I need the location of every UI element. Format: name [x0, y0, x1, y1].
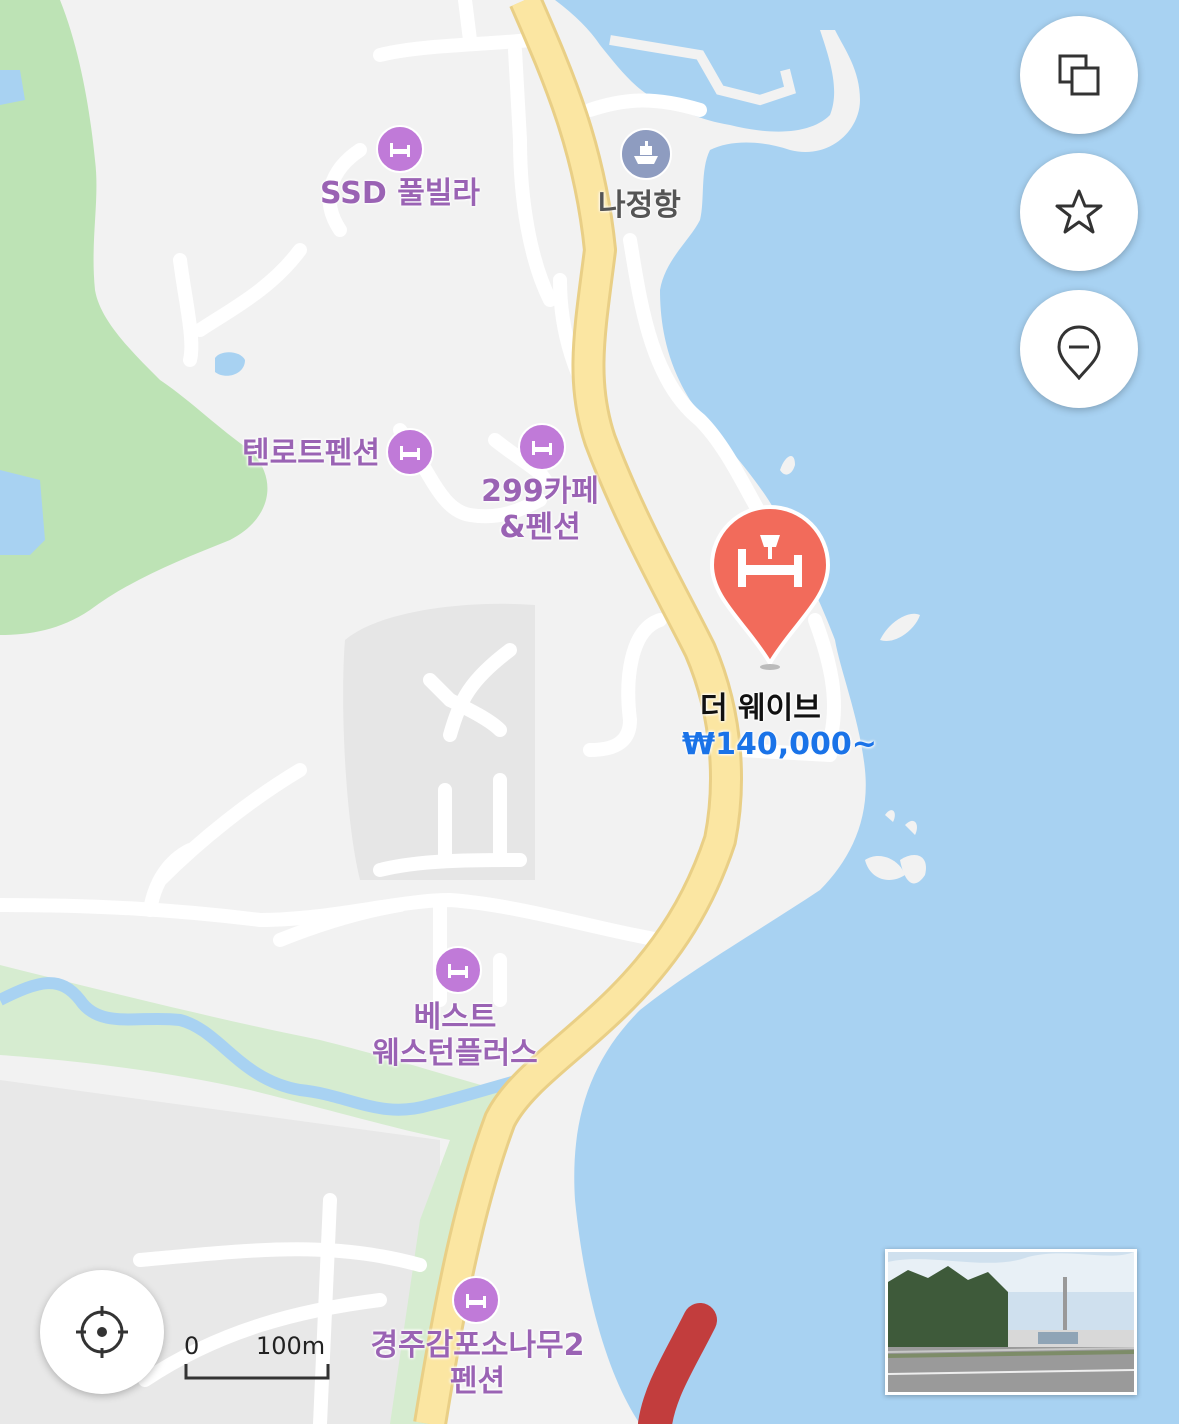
bed-icon[interactable] — [386, 428, 434, 476]
poi-label-line1: 경주감포소나무2 — [370, 1328, 585, 1363]
scale-bar — [184, 1364, 330, 1380]
scale-distance: 100m — [256, 1332, 326, 1360]
poi-label-line2: &펜션 — [499, 510, 581, 545]
bed-icon[interactable] — [434, 946, 482, 994]
street-view-image — [888, 1252, 1134, 1392]
star-icon — [1055, 189, 1103, 234]
bed-icon[interactable] — [518, 423, 566, 471]
map-canvas[interactable] — [0, 0, 1179, 1424]
poi-label-line1: 베스트 — [413, 1000, 497, 1035]
port-label[interactable]: 나정항 — [598, 180, 681, 224]
street-view-thumbnail[interactable] — [885, 1249, 1137, 1395]
pond — [0, 470, 45, 555]
locate-button[interactable] — [40, 1270, 164, 1394]
crosshair-icon — [76, 1306, 128, 1358]
ferry-icon[interactable] — [620, 128, 672, 180]
poi-label-line1: 299카페 — [481, 474, 599, 509]
poi-label[interactable]: SSD 풀빌라 — [300, 176, 500, 212]
favorite-button[interactable] — [1020, 153, 1138, 271]
map-pin-icon — [1057, 325, 1101, 380]
bed-icon[interactable] — [376, 125, 424, 173]
poi-label-line2: 펜션 — [449, 1364, 506, 1399]
bed-pin-icon[interactable] — [708, 503, 832, 673]
place-button[interactable] — [1020, 290, 1138, 408]
layers-icon — [1058, 54, 1100, 96]
bed-icon[interactable] — [452, 1276, 500, 1324]
poi-label[interactable]: 텐로트펜션 — [210, 436, 380, 472]
selected-place-price[interactable]: ₩140,000~ — [682, 727, 877, 762]
poi-label-line2: 웨스턴플러스 — [372, 1036, 538, 1071]
poi-label[interactable]: 베스트 웨스턴플러스 — [350, 1000, 560, 1072]
layers-button[interactable] — [1020, 16, 1138, 134]
poi-label[interactable]: 299카페 &펜션 — [460, 474, 620, 546]
poi-label[interactable]: 경주감포소나무2 펜션 — [350, 1328, 605, 1400]
selected-place-name[interactable]: 더 웨이브 — [700, 683, 821, 727]
scale-zero: 0 — [184, 1332, 200, 1360]
